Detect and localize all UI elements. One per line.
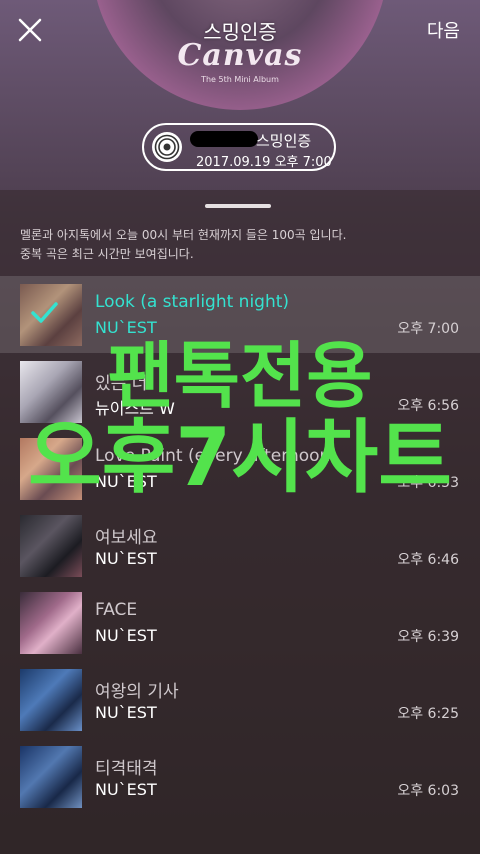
check-icon [31, 302, 58, 323]
page-title: 스밍인증 [203, 20, 277, 44]
song-artist: NU`EST [95, 626, 157, 645]
cert-datetime: 2017.09.19 오후 7:00 [196, 155, 332, 170]
streaming-cert-badge: 스밍인증 2017.09.19 오후 7:00 [142, 123, 336, 171]
history-panel: 멜론과 아지톡에서 오늘 00시 부터 현재까지 들은 100곡 입니다. 중복… [0, 190, 480, 854]
song-title: 티격태격 [95, 759, 158, 779]
next-button[interactable]: 다음 [427, 17, 460, 43]
play-time: 오후 7:00 [397, 321, 459, 337]
song-title: Love Paint (every afternoon) [95, 446, 337, 466]
song-title: FACE [95, 600, 138, 620]
album-thumbnail [20, 361, 82, 423]
header-area: Canvas The 5th Mini Album 스밍인증 다음 스밍인증 2… [0, 0, 480, 190]
info-line-1: 멜론과 아지톡에서 오늘 00시 부터 현재까지 들은 100곡 입니다. [20, 228, 347, 242]
album-thumbnail [20, 438, 82, 500]
song-row[interactable]: FACE NU`EST 오후 6:39 [0, 584, 480, 661]
album-subtitle: The 5th Mini Album [201, 75, 279, 84]
song-artist: 뉴이스트 W [95, 399, 175, 418]
song-artist: NU`EST [95, 318, 157, 337]
song-row[interactable]: 여보세요 NU`EST 오후 6:46 [0, 507, 480, 584]
album-thumbnail [20, 284, 82, 346]
info-text: 멜론과 아지톡에서 오늘 00시 부터 현재까지 들은 100곡 입니다. 중복… [20, 226, 460, 264]
song-artist: NU`EST [95, 549, 157, 568]
play-time: 오후 6:03 [397, 783, 459, 799]
song-row[interactable]: 있는 너 뉴이스트 W 오후 6:56 [0, 353, 480, 430]
song-title: Look (a starlight night) [95, 292, 290, 312]
play-time: 오후 6:46 [397, 552, 459, 568]
song-row[interactable]: 티격태격 NU`EST 오후 6:03 [0, 738, 480, 815]
album-thumbnail [20, 515, 82, 577]
play-time: 오후 6:53 [397, 475, 459, 491]
song-row[interactable]: Look (a starlight night) NU`EST 오후 7:00 [0, 276, 480, 353]
cert-label: 스밍인증 [256, 132, 312, 150]
play-time: 오후 6:39 [397, 629, 459, 645]
song-artist: NU`EST [95, 472, 157, 491]
song-title: 여왕의 기사 [95, 682, 179, 702]
song-title: 있는 너 [95, 374, 148, 394]
album-thumbnail [20, 592, 82, 654]
play-time: 오후 6:25 [397, 706, 459, 722]
song-row[interactable]: 여왕의 기사 NU`EST 오후 6:25 [0, 661, 480, 738]
disc-icon [152, 132, 182, 162]
redacted-username [190, 131, 258, 147]
song-artist: NU`EST [95, 703, 157, 722]
album-thumbnail [20, 746, 82, 808]
drag-handle[interactable] [205, 204, 271, 208]
song-title: 여보세요 [95, 528, 158, 548]
song-artist: NU`EST [95, 780, 157, 799]
song-row[interactable]: Love Paint (every afternoon) NU`EST 오후 6… [0, 430, 480, 507]
play-time: 오후 6:56 [397, 398, 459, 414]
info-line-2: 중복 곡은 최근 시간만 보여집니다. [20, 247, 194, 261]
album-thumbnail [20, 669, 82, 731]
